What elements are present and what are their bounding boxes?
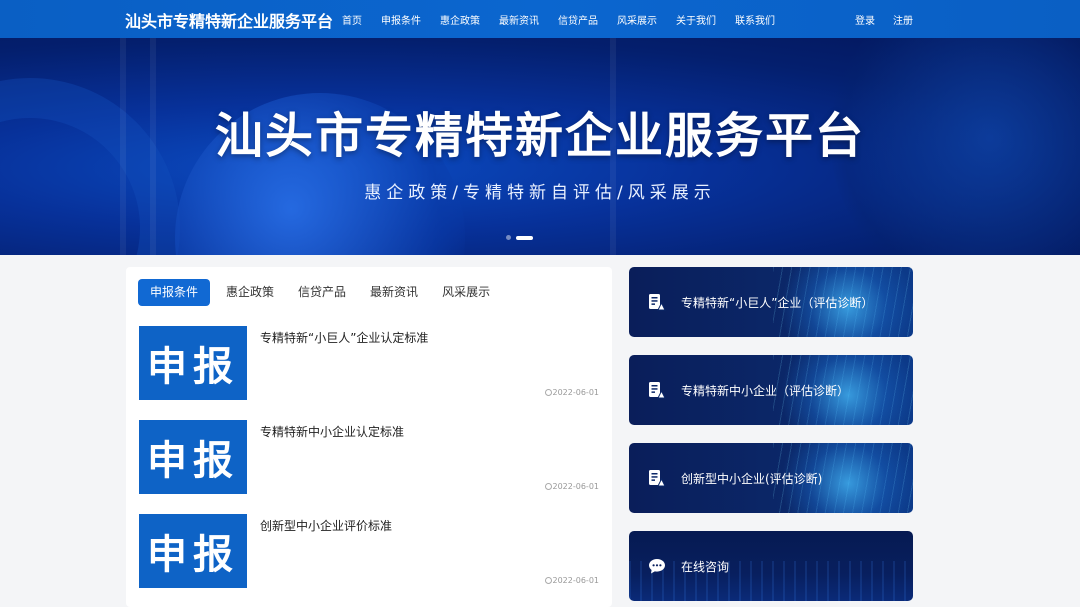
- tab-policies[interactable]: 惠企政策: [214, 279, 286, 306]
- nav-showcase[interactable]: 风采展示: [617, 12, 657, 27]
- nav-home[interactable]: 首页: [342, 12, 362, 27]
- tab-news[interactable]: 最新资讯: [358, 279, 430, 306]
- item-title[interactable]: 专精特新“小巨人”企业认定标准: [260, 329, 428, 346]
- tab-showcase[interactable]: 风采展示: [430, 279, 502, 306]
- register-link[interactable]: 注册: [893, 12, 913, 27]
- list-item[interactable]: 申报 创新型中小企业评价标准 2022-06-01: [139, 514, 599, 588]
- item-thumbnail[interactable]: 申报: [139, 326, 247, 400]
- service-label: 专精特新“小巨人”企业（评估诊断）: [681, 296, 874, 310]
- tab-apply-conditions[interactable]: 申报条件: [138, 279, 211, 306]
- service-sme-assessment[interactable]: 专精特新中小企业（评估诊断）: [629, 355, 913, 425]
- item-title[interactable]: 专精特新中小企业认定标准: [260, 423, 404, 440]
- site-logo-title[interactable]: 汕头市专精特新企业服务平台: [125, 8, 333, 32]
- chat-icon: [649, 559, 665, 574]
- service-innovative-sme-assessment[interactable]: 创新型中小企业(评估诊断): [629, 443, 913, 513]
- nav-contact[interactable]: 联系我们: [735, 12, 775, 27]
- carousel-dot-active[interactable]: [516, 235, 533, 240]
- nav-credit-products[interactable]: 信贷产品: [558, 12, 598, 27]
- light-streak-decoration: [629, 561, 913, 601]
- banner-subtitle: 惠企政策/专精特新自评估/风采展示: [364, 183, 716, 203]
- list-item[interactable]: 申报 专精特新中小企业认定标准 2022-06-01: [139, 420, 599, 494]
- auth-links: 登录 注册: [837, 0, 913, 38]
- item-thumbnail[interactable]: 申报: [139, 420, 247, 494]
- item-date: 2022-06-01: [544, 576, 599, 585]
- list-item[interactable]: 申报 专精特新“小巨人”企业认定标准 2022-06-01: [139, 326, 599, 400]
- service-label: 创新型中小企业(评估诊断): [681, 472, 823, 486]
- clock-icon: [544, 483, 552, 490]
- hero-banner[interactable]: 汕头市专精特新企业服务平台 惠企政策/专精特新自评估/风采展示: [0, 38, 1080, 255]
- nav-news[interactable]: 最新资讯: [499, 12, 539, 27]
- banner-title: 汕头市专精特新企业服务平台: [214, 108, 865, 164]
- item-title[interactable]: 创新型中小企业评价标准: [260, 517, 392, 534]
- info-card: 申报条件 惠企政策 信贷产品 最新资讯 风采展示 申报 专精特新“小巨人”企业认…: [126, 267, 612, 607]
- nav-about[interactable]: 关于我们: [676, 12, 716, 27]
- service-little-giant-assessment[interactable]: 专精特新“小巨人”企业（评估诊断）: [629, 267, 913, 337]
- assessment-icon: [649, 294, 666, 311]
- assessment-icon: [649, 470, 666, 487]
- carousel-indicators: [506, 235, 538, 240]
- assessment-icon: [649, 382, 666, 399]
- login-link[interactable]: 登录: [855, 12, 875, 27]
- content-tabs: 申报条件 惠企政策 信贷产品 最新资讯 风采展示: [138, 279, 502, 306]
- main-nav: 首页 申报条件 惠企政策 最新资讯 信贷产品 风采展示 关于我们 联系我们: [342, 0, 794, 38]
- online-consultation-button[interactable]: 在线咨询: [629, 531, 913, 601]
- item-date: 2022-06-01: [544, 482, 599, 491]
- carousel-dot[interactable]: [506, 235, 511, 240]
- top-navbar: 汕头市专精特新企业服务平台 首页 申报条件 惠企政策 最新资讯 信贷产品 风采展…: [0, 0, 1080, 38]
- clock-icon: [544, 389, 552, 396]
- service-label: 在线咨询: [681, 560, 730, 574]
- item-thumbnail[interactable]: 申报: [139, 514, 247, 588]
- nav-apply-conditions[interactable]: 申报条件: [381, 12, 421, 27]
- tab-credit-products[interactable]: 信贷产品: [286, 279, 358, 306]
- clock-icon: [544, 577, 552, 584]
- nav-policies[interactable]: 惠企政策: [440, 12, 480, 27]
- service-label: 专精特新中小企业（评估诊断）: [681, 384, 850, 398]
- item-date: 2022-06-01: [544, 388, 599, 397]
